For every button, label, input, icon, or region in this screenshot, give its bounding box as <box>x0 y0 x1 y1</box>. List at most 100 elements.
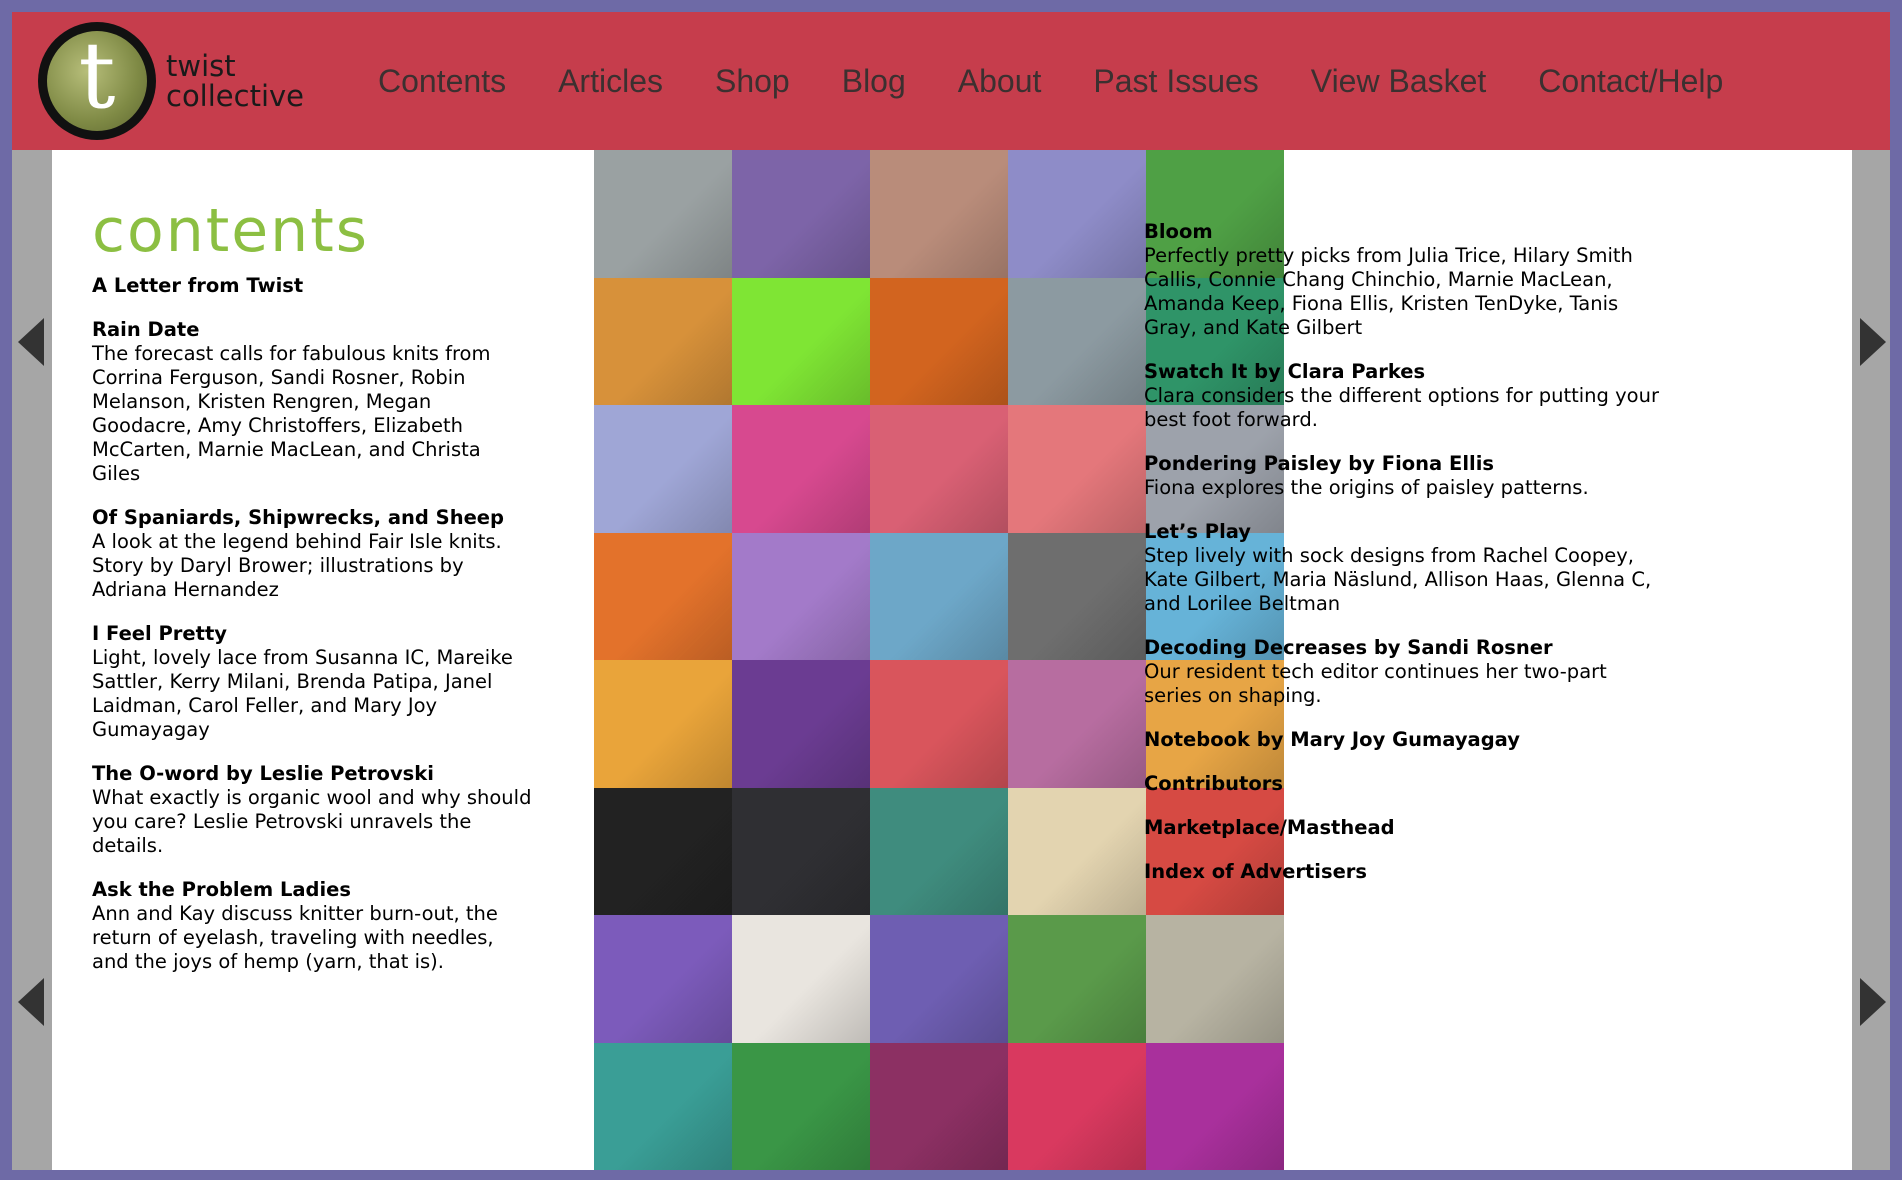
nav-past-issues[interactable]: Past Issues <box>1093 63 1258 100</box>
contents-entry: Bloom Perfectly pretty picks from Julia T… <box>1144 220 1664 340</box>
pattern-thumbnail[interactable] <box>594 1042 732 1170</box>
entry-description: A look at the legend behind Fair Isle kn… <box>92 530 502 601</box>
main-nav: Contents Articles Shop Blog About Past I… <box>378 12 1775 150</box>
nav-about[interactable]: About <box>958 63 1042 100</box>
pattern-thumbnail[interactable] <box>594 532 732 660</box>
contents-entry: Rain Date The forecast calls for fabulous… <box>92 318 532 486</box>
pattern-thumbnail[interactable] <box>870 405 1008 533</box>
pattern-thumbnail[interactable] <box>594 787 732 915</box>
pattern-thumbnail[interactable] <box>870 787 1008 915</box>
entry-description: What exactly is organic wool and why sho… <box>92 786 532 857</box>
contents-entry: Notebook by Mary Joy Gumayagay <box>1144 728 1664 752</box>
entry-description: Light, lovely lace from Susanna IC, Mare… <box>92 646 513 741</box>
contents-entry: Decoding Decreases by Sandi Rosner Our re… <box>1144 636 1664 708</box>
entry-title-link[interactable]: I Feel Pretty <box>92 622 532 646</box>
pattern-thumbnail[interactable] <box>1008 405 1146 533</box>
left-entry-list: A Letter from Twist Rain Date The forecast… <box>92 274 532 974</box>
pattern-thumbnail[interactable] <box>594 915 732 1043</box>
pattern-thumbnail[interactable] <box>870 915 1008 1043</box>
contents-left-column: contents A Letter from Twist Rain Date The… <box>92 198 532 994</box>
pattern-thumbnail[interactable] <box>1008 277 1146 405</box>
entry-description: The forecast calls for fabulous knits fr… <box>92 342 491 485</box>
entry-title-link[interactable]: Contributors <box>1144 772 1664 796</box>
entry-title-link[interactable]: Let’s Play <box>1144 520 1664 544</box>
logo-letter: t <box>78 22 116 129</box>
contents-entry: Ask the Problem Ladies Ann and Kay discus… <box>92 878 532 974</box>
entry-title-link[interactable]: Of Spaniards, Shipwrecks, and Sheep <box>92 506 532 530</box>
logo-line-2: collective <box>166 79 305 113</box>
page-title: contents <box>92 196 369 266</box>
pattern-thumbnail[interactable] <box>732 660 870 788</box>
entry-title-link[interactable]: Ask the Problem Ladies <box>92 878 532 902</box>
contents-entry: Pondering Paisley by Fiona Ellis Fiona ex… <box>1144 452 1664 500</box>
entry-description: Fiona explores the origins of paisley pa… <box>1144 476 1589 499</box>
page-frame: t twist collective Contents Articles Sho… <box>12 12 1890 1170</box>
pattern-thumbnail[interactable] <box>594 660 732 788</box>
pattern-thumbnail[interactable] <box>870 660 1008 788</box>
pattern-thumbnail[interactable] <box>1008 787 1146 915</box>
logo-emblem-icon: t <box>38 22 156 140</box>
entry-title-link[interactable]: A Letter from Twist <box>92 274 532 298</box>
entry-description: Our resident tech editor continues her t… <box>1144 660 1607 707</box>
pattern-thumbnail[interactable] <box>732 150 870 278</box>
contents-entry: Marketplace/Masthead <box>1144 816 1664 840</box>
nav-blog[interactable]: Blog <box>842 63 906 100</box>
nav-articles[interactable]: Articles <box>558 63 663 100</box>
entry-title-link[interactable]: Index of Advertisers <box>1144 860 1664 884</box>
pattern-thumbnail[interactable] <box>732 532 870 660</box>
entry-description: Clara considers the different options fo… <box>1144 384 1659 431</box>
pattern-thumbnail[interactable] <box>594 405 732 533</box>
contents-entry: Index of Advertisers <box>1144 860 1664 884</box>
contents-entry: Let’s Play Step lively with sock designs … <box>1144 520 1664 616</box>
contents-entry: I Feel Pretty Light, lovely lace from Sus… <box>92 622 532 742</box>
pattern-thumbnail[interactable] <box>870 1042 1008 1170</box>
entry-description: Step lively with sock designs from Rache… <box>1144 544 1652 615</box>
entry-title-link[interactable]: Notebook by Mary Joy Gumayagay <box>1144 728 1664 752</box>
pattern-thumbnail[interactable] <box>870 150 1008 278</box>
nav-shop[interactable]: Shop <box>715 63 790 100</box>
contents-entry: Swatch It by Clara Parkes Clara considers… <box>1144 360 1664 432</box>
next-page-arrow-icon[interactable] <box>1860 318 1886 366</box>
next-page-arrow-lower-icon[interactable] <box>1860 978 1886 1026</box>
entry-title-link[interactable]: Swatch It by Clara Parkes <box>1144 360 1664 384</box>
entry-title-link[interactable]: Decoding Decreases by Sandi Rosner <box>1144 636 1664 660</box>
prev-page-arrow-lower-icon[interactable] <box>18 978 44 1026</box>
entry-description: Ann and Kay discuss knitter burn-out, th… <box>92 902 498 973</box>
pattern-thumbnail[interactable] <box>732 915 870 1043</box>
prev-page-arrow-icon[interactable] <box>18 318 44 366</box>
pattern-thumbnail[interactable] <box>870 532 1008 660</box>
nav-contents[interactable]: Contents <box>378 63 506 100</box>
entry-title-link[interactable]: Marketplace/Masthead <box>1144 816 1664 840</box>
contents-entry: Contributors <box>1144 772 1664 796</box>
pattern-thumbnail[interactable] <box>870 277 1008 405</box>
pattern-thumbnail[interactable] <box>594 150 732 278</box>
pattern-thumbnail[interactable] <box>1146 1042 1284 1170</box>
entry-title-link[interactable]: Bloom <box>1144 220 1664 244</box>
entry-title-link[interactable]: Rain Date <box>92 318 532 342</box>
site-header: t twist collective Contents Articles Sho… <box>12 12 1890 150</box>
nav-contact-help[interactable]: Contact/Help <box>1538 63 1723 100</box>
pattern-thumbnail[interactable] <box>732 1042 870 1170</box>
pattern-thumbnail[interactable] <box>1008 915 1146 1043</box>
entry-description: Perfectly pretty picks from Julia Trice,… <box>1144 244 1633 339</box>
contents-entry: Of Spaniards, Shipwrecks, and Sheep A loo… <box>92 506 532 602</box>
logo-line-1: twist <box>166 49 236 83</box>
pattern-thumbnail[interactable] <box>1008 660 1146 788</box>
site-logo[interactable]: t twist collective <box>38 22 338 140</box>
contents-entry: A Letter from Twist <box>92 274 532 298</box>
pattern-thumbnail[interactable] <box>1008 150 1146 278</box>
entry-title-link[interactable]: The O-word by Leslie Petrovski <box>92 762 532 786</box>
contents-entry: The O-word by Leslie Petrovski What exact… <box>92 762 532 858</box>
contents-page: contents A Letter from Twist Rain Date The… <box>52 150 1852 1170</box>
entry-title-link[interactable]: Pondering Paisley by Fiona Ellis <box>1144 452 1664 476</box>
nav-view-basket[interactable]: View Basket <box>1311 63 1487 100</box>
pattern-thumbnail[interactable] <box>732 277 870 405</box>
pattern-thumbnail[interactable] <box>1008 532 1146 660</box>
pattern-thumbnail[interactable] <box>1146 915 1284 1043</box>
logo-wordmark: twist collective <box>166 51 304 111</box>
pattern-thumbnail[interactable] <box>732 787 870 915</box>
contents-right-column: Bloom Perfectly pretty picks from Julia T… <box>1144 220 1664 904</box>
pattern-thumbnail[interactable] <box>1008 1042 1146 1170</box>
pattern-thumbnail[interactable] <box>732 405 870 533</box>
pattern-thumbnail[interactable] <box>594 277 732 405</box>
